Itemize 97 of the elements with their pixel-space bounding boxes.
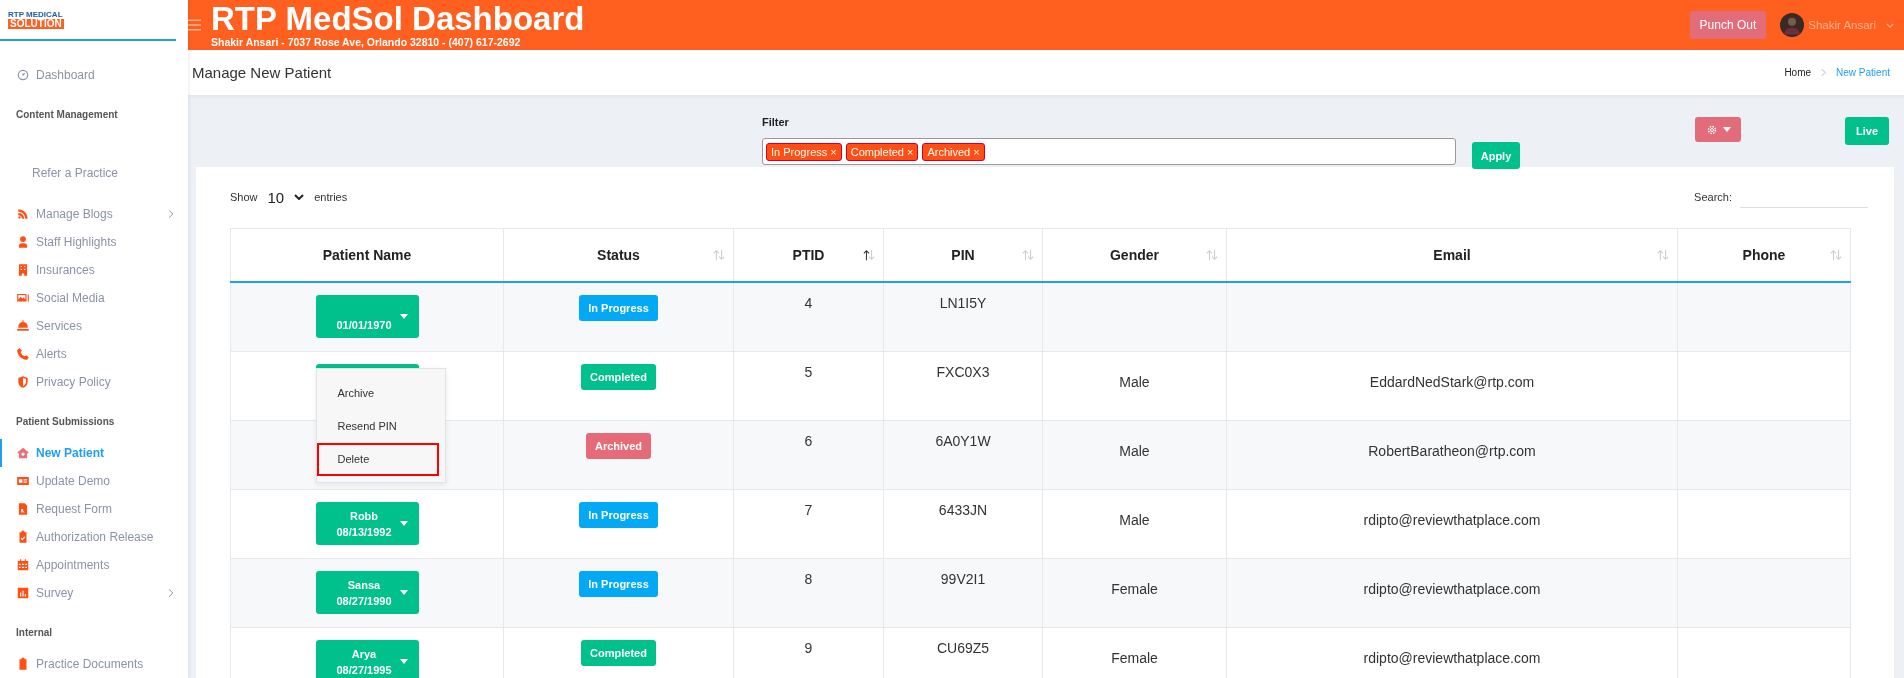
gauge-icon <box>16 68 30 82</box>
apply-button[interactable]: Apply <box>1472 142 1520 169</box>
table-cell: Male <box>1119 443 1150 459</box>
calendar-icon <box>16 558 30 572</box>
sidebar-item[interactable]: Appointments <box>0 551 188 579</box>
section-heading: Content Management <box>15 108 119 122</box>
image-icon <box>16 291 30 305</box>
filter-tag[interactable]: Archived × <box>922 142 985 161</box>
patient-button[interactable]: 01/01/1970 <box>315 295 419 338</box>
search-label: Search: <box>1694 191 1732 203</box>
shield-icon <box>16 375 30 389</box>
chevron-icon <box>1821 68 1827 77</box>
caret-icon <box>399 314 408 319</box>
status-badge: In Progress <box>579 295 658 321</box>
caret-icon <box>1722 127 1731 132</box>
table-cell: CU69Z5 <box>936 640 990 656</box>
house-icon <box>16 446 30 460</box>
building-icon <box>16 263 30 277</box>
table-cell: 8 <box>804 571 813 587</box>
section-heading: Patient Submissions <box>15 415 116 429</box>
breadcrumb-link[interactable]: Home <box>1784 67 1812 78</box>
app-title: RTP MedSol Dashboard <box>211 2 586 36</box>
user-name[interactable]: Shakir Ansari <box>1808 19 1876 31</box>
sidebar-item[interactable]: Services <box>0 312 188 340</box>
table-cell: rdipto@reviewthatplace.com <box>1363 512 1541 528</box>
sidebar-item[interactable]: Manage Blogs <box>0 200 188 228</box>
sidebar-item[interactable]: Practice Documents <box>0 650 188 678</box>
show-label: Show <box>230 191 258 203</box>
sidebar-item[interactable]: Survey <box>0 579 188 607</box>
live-button[interactable]: Live <box>1845 117 1889 145</box>
filter-tag[interactable]: In Progress × <box>766 142 842 161</box>
gear-icon <box>1705 123 1718 136</box>
logo: RTP MEDICAL SOLUTION <box>8 10 64 29</box>
table-cell: 99V2I1 <box>940 571 986 587</box>
caret-icon <box>399 590 408 595</box>
entries-select[interactable]: 10 <box>265 188 307 206</box>
patient-button[interactable]: Sansa 08/27/1990 <box>315 571 419 614</box>
sidebar-item[interactable]: Staff Highlights <box>0 228 188 256</box>
sidebar-item[interactable]: Dashboard <box>0 61 188 89</box>
filter-tag[interactable]: Completed × <box>845 142 919 161</box>
caret-icon <box>399 521 408 526</box>
table-cell: 4 <box>804 295 813 311</box>
table-cell: rdipto@reviewthatplace.com <box>1363 650 1541 666</box>
table-cell: 6A0Y1W <box>935 433 991 449</box>
table-cell: 7 <box>804 502 813 518</box>
page-title: Manage New Patient <box>192 64 333 81</box>
table-cell: Male <box>1119 512 1150 528</box>
filter-field[interactable]: In Progress × Completed × Archived × <box>762 138 1456 165</box>
sidebar-item[interactable]: Alerts <box>0 340 188 368</box>
table-cell: LN1I5Y <box>939 295 987 311</box>
bell-icon <box>16 319 30 333</box>
table-cell: Female <box>1111 650 1158 666</box>
bar-chart-icon <box>16 586 30 600</box>
table-cell: EddardNedStark@rtp.com <box>1369 374 1535 390</box>
person-icon <box>16 235 30 249</box>
address-text: Shakir Ansari - 7037 Rose Ave, Orlando 32810 - (407) 617-2692 <box>211 37 522 48</box>
table-cell: 5 <box>804 364 813 380</box>
patient-button[interactable]: Robb 08/13/1992 <box>315 502 419 545</box>
table-cell: rdipto@reviewthatplace.com <box>1363 581 1541 597</box>
sidebar-item[interactable]: Refer a Practice <box>0 158 188 188</box>
caret-icon <box>399 659 408 664</box>
status-badge: In Progress <box>579 571 658 597</box>
sidebar-item[interactable]: Authorization Release <box>0 523 188 551</box>
caret-icon[interactable] <box>1886 22 1894 28</box>
section-heading: Internal <box>15 626 54 640</box>
punch-out-button[interactable]: Punch Out <box>1689 11 1767 39</box>
sidebar-item[interactable]: New Patient <box>0 439 188 467</box>
status-badge: Archived <box>585 433 652 459</box>
table-cell: Male <box>1119 374 1150 390</box>
sidebar-item[interactable]: Update Demo <box>0 467 188 495</box>
chevron-icon <box>294 194 305 200</box>
menu-item[interactable]: Delete <box>316 443 439 476</box>
entries-label: entries <box>314 191 348 203</box>
table-cell: 9 <box>804 640 813 656</box>
avatar-icon[interactable] <box>1780 13 1805 37</box>
table-cell: RobertBaratheon@rtp.com <box>1368 443 1536 459</box>
status-badge: Completed <box>581 364 656 390</box>
menu-icon[interactable] <box>186 19 201 31</box>
filter-label: Filter <box>762 116 790 128</box>
table-cell: Female <box>1111 581 1158 597</box>
document-icon <box>16 502 30 516</box>
rss-icon <box>16 207 30 221</box>
sidebar-item[interactable]: Insurances <box>0 256 188 284</box>
sidebar-item[interactable]: Social Media <box>0 284 188 312</box>
id-card-icon <box>16 474 30 488</box>
settings-dropdown-button[interactable] <box>1695 117 1741 142</box>
menu-item[interactable]: Resend PIN <box>316 410 445 443</box>
status-badge: Completed <box>581 640 656 666</box>
table-cell: 6 <box>804 433 813 449</box>
status-badge: In Progress <box>579 502 658 528</box>
sidebar-item[interactable]: Request Form <box>0 495 188 523</box>
breadcrumb-link[interactable]: New Patient <box>1836 67 1890 78</box>
table-cell: 6433JN <box>938 502 988 518</box>
sidebar-item[interactable]: Privacy Policy <box>0 368 188 396</box>
table-cell: FXC0X3 <box>936 364 990 380</box>
patient-button[interactable]: Arya 08/27/1995 <box>315 640 419 678</box>
phone-icon <box>16 347 30 361</box>
